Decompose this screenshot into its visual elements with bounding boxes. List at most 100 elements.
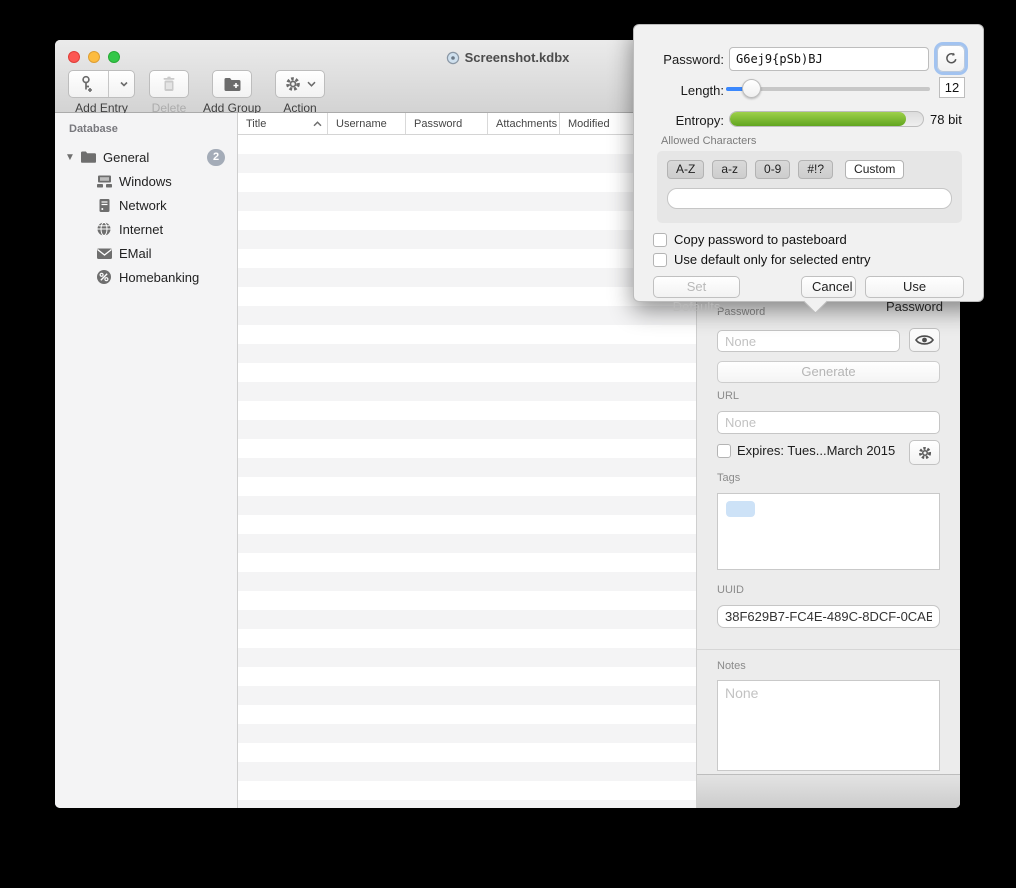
use-default-row[interactable]: Use default only for selected entry <box>653 252 871 267</box>
sidebar-section-header: Database <box>55 123 237 145</box>
key-plus-icon <box>69 71 103 97</box>
column-header-password[interactable]: Password <box>406 113 488 134</box>
entropy-fill <box>730 112 906 126</box>
column-label: Username <box>336 118 387 130</box>
add-group-button[interactable] <box>212 70 252 98</box>
internet-icon <box>95 221 113 237</box>
entropy-value: 78 bit <box>930 112 962 127</box>
custom-characters-field[interactable] <box>667 188 952 209</box>
table-body[interactable] <box>238 135 696 808</box>
homebanking-icon <box>95 269 113 285</box>
sidebar-item-label: Windows <box>119 174 172 189</box>
inspector-footer <box>697 774 960 808</box>
eye-icon <box>915 334 934 346</box>
column-header-attachments[interactable]: Attachments <box>488 113 560 134</box>
length-slider[interactable] <box>726 87 930 91</box>
sidebar-item-label: EMail <box>119 246 152 261</box>
password-generator-popover: Password: Length: 12 Entropy: 78 bit All… <box>633 24 984 302</box>
tags-field[interactable] <box>717 493 940 570</box>
section-divider <box>697 649 960 650</box>
segment-divider <box>108 71 109 97</box>
column-label: Password <box>414 118 462 130</box>
use-default-label: Use default only for selected entry <box>674 252 871 267</box>
length-slider-thumb[interactable] <box>742 79 761 98</box>
expires-label: Expires: Tues...March 2015 <box>737 443 895 458</box>
column-header-username[interactable]: Username <box>328 113 406 134</box>
segment-uppercase[interactable]: A-Z <box>667 160 704 179</box>
length-label: Length: <box>634 83 724 98</box>
document-icon <box>446 51 460 65</box>
sidebar-item-label: Internet <box>119 222 163 237</box>
column-label: Title <box>246 118 266 130</box>
copy-password-row[interactable]: Copy password to pasteboard <box>653 232 847 247</box>
password-field[interactable] <box>717 330 900 352</box>
network-icon <box>95 197 113 213</box>
tag-token[interactable] <box>726 501 755 517</box>
segment-symbols[interactable]: #!? <box>798 160 833 179</box>
notes-section-label: Notes <box>717 660 746 672</box>
reveal-password-button[interactable] <box>909 328 940 352</box>
expires-settings-button[interactable] <box>909 440 940 465</box>
entry-table: Title Username Password Attachments Modi… <box>238 113 696 808</box>
length-value-field[interactable]: 12 <box>939 77 965 98</box>
entry-count-badge: 2 <box>207 149 225 166</box>
gear-icon <box>917 445 933 461</box>
sidebar-item-email[interactable]: EMail <box>55 241 237 265</box>
sidebar-group-label: General <box>103 150 149 165</box>
gear-icon <box>284 75 302 93</box>
uuid-field[interactable] <box>717 605 940 628</box>
character-class-segments: A-Z a-z 0-9 #!? Custom <box>667 160 904 179</box>
use-password-button[interactable]: Use Password <box>865 276 964 298</box>
segment-digits[interactable]: 0-9 <box>755 160 790 179</box>
url-field[interactable] <box>717 411 940 434</box>
sort-ascending-icon <box>313 121 322 127</box>
sidebar-item-homebanking[interactable]: Homebanking <box>55 265 237 289</box>
regenerate-button[interactable] <box>937 45 965 72</box>
sidebar-item-windows[interactable]: Windows <box>55 169 237 193</box>
folder-plus-icon <box>223 76 242 92</box>
email-icon <box>95 245 113 261</box>
generate-button[interactable]: Generate <box>717 361 940 383</box>
sidebar: Database ▼ General 2 Windows Networ <box>55 113 238 808</box>
copy-password-label: Copy password to pasteboard <box>674 232 847 247</box>
column-label: Attachments <box>496 118 557 130</box>
folder-icon <box>79 149 97 165</box>
expires-checkbox[interactable] <box>717 444 731 458</box>
popover-password-label: Password: <box>634 52 724 67</box>
cancel-button[interactable]: Cancel <box>801 276 856 298</box>
sidebar-group-general[interactable]: ▼ General 2 <box>55 145 237 169</box>
entropy-label: Entropy: <box>634 113 724 128</box>
set-defaults-button[interactable]: Set Defaults <box>653 276 740 298</box>
sidebar-item-label: Homebanking <box>119 270 199 285</box>
windows-icon <box>95 173 113 189</box>
chevron-down-icon <box>307 81 316 87</box>
sidebar-item-network[interactable]: Network <box>55 193 237 217</box>
table-header: Title Username Password Attachments Modi… <box>238 113 696 135</box>
column-header-title[interactable]: Title <box>238 113 328 134</box>
copy-password-checkbox[interactable] <box>653 233 667 247</box>
password-section-label: Password <box>717 306 765 318</box>
refresh-icon <box>945 52 958 65</box>
delete-button[interactable] <box>149 70 189 98</box>
toolbar: Add Entry Delete Add Group <box>68 70 325 115</box>
allowed-characters-group: A-Z a-z 0-9 #!? Custom <box>657 151 962 223</box>
tags-section-label: Tags <box>717 472 740 484</box>
action-button[interactable] <box>275 70 325 98</box>
sidebar-item-internet[interactable]: Internet <box>55 217 237 241</box>
dropdown-arrow-icon[interactable] <box>114 71 134 97</box>
segment-lowercase[interactable]: a-z <box>712 160 747 179</box>
url-section-label: URL <box>717 390 739 402</box>
entropy-bar <box>729 111 924 127</box>
sidebar-item-label: Network <box>119 198 167 213</box>
segment-custom[interactable]: Custom <box>845 160 904 179</box>
expires-checkbox-row[interactable]: Expires: Tues...March 2015 <box>717 443 895 458</box>
window-title: Screenshot.kdbx <box>465 50 570 65</box>
notes-field[interactable]: None <box>717 680 940 771</box>
add-entry-button[interactable] <box>68 70 135 98</box>
use-default-checkbox[interactable] <box>653 253 667 267</box>
uuid-section-label: UUID <box>717 584 744 596</box>
column-label: Modified <box>568 118 610 130</box>
allowed-characters-label: Allowed Characters <box>661 135 756 147</box>
generated-password-field[interactable] <box>729 47 929 71</box>
disclosure-triangle-icon[interactable]: ▼ <box>61 152 79 163</box>
